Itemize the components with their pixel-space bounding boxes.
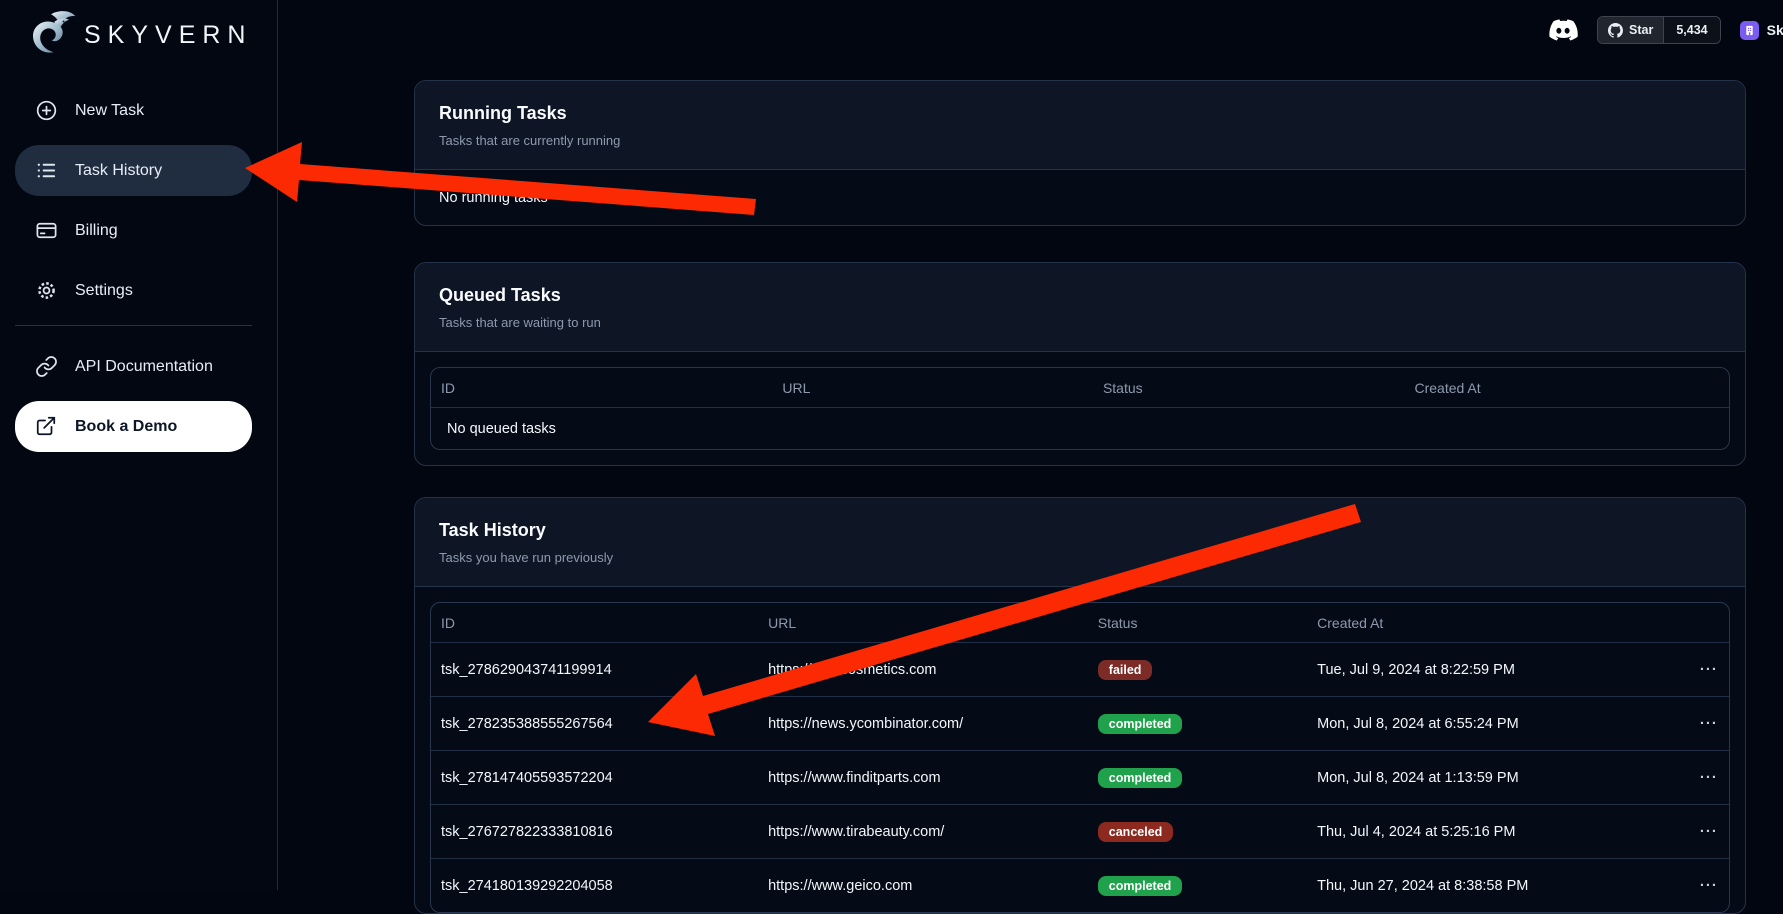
link-icon — [35, 355, 58, 378]
task-url-cell: https://www.geico.com — [758, 878, 1088, 894]
account-name: Sk — [1767, 22, 1783, 38]
task-id-cell: tsk_274180139292204058 — [431, 878, 758, 894]
row-actions-menu[interactable]: ··· — [1689, 823, 1729, 840]
task-id-cell: tsk_278235388555267564 — [431, 716, 758, 732]
card-title: Queued Tasks — [439, 284, 1721, 306]
dragon-logo-icon — [24, 8, 78, 62]
external-link-icon — [35, 415, 58, 438]
card-subtitle: Tasks that are currently running — [439, 133, 1721, 149]
account-menu[interactable]: Sk — [1740, 21, 1783, 40]
task-id-cell: tsk_278147405593572204 — [431, 770, 758, 786]
queued-tasks-header: Queued Tasks Tasks that are waiting to r… — [415, 263, 1745, 352]
task-url-cell: https://www.finditparts.com — [758, 770, 1088, 786]
status-badge: failed — [1098, 660, 1153, 680]
status-badge: completed — [1098, 876, 1183, 896]
running-tasks-header: Running Tasks Tasks that are currently r… — [415, 81, 1745, 170]
col-header-url: URL — [772, 380, 1093, 396]
logo-wordmark: SKYVERN — [84, 21, 252, 50]
queued-tasks-table: ID URL Status Created At No queued tasks — [430, 367, 1730, 450]
sidebar-item-label: API Documentation — [75, 358, 213, 376]
book-a-demo-button[interactable]: Book a Demo — [15, 401, 252, 452]
task-history-card: Task History Tasks you have run previous… — [414, 497, 1746, 914]
task-row[interactable]: tsk_276727822333810816 https://www.tirab… — [431, 804, 1729, 858]
task-url-cell: https://tartecosmetics.com — [758, 662, 1088, 678]
sidebar-item-label: Billing — [75, 222, 118, 240]
task-history-header: Task History Tasks you have run previous… — [415, 498, 1745, 587]
gear-icon — [35, 279, 58, 302]
task-history-table: ID URL Status Created At tsk_27862904374… — [430, 602, 1730, 913]
task-url-cell: https://news.ycombinator.com/ — [758, 716, 1088, 732]
sidebar-item-label: Book a Demo — [75, 418, 177, 436]
sidebar-item-label: New Task — [75, 102, 144, 120]
main-content: Running Tasks Tasks that are currently r… — [414, 0, 1746, 914]
col-header-created: Created At — [1307, 615, 1689, 631]
queued-tasks-card: Queued Tasks Tasks that are waiting to r… — [414, 262, 1746, 466]
col-header-id: ID — [431, 615, 758, 631]
sidebar-item-task-history[interactable]: Task History — [15, 145, 252, 196]
task-id-cell: tsk_278629043741199914 — [431, 662, 758, 678]
task-created-cell: Tue, Jul 9, 2024 at 8:22:59 PM — [1307, 662, 1689, 678]
status-badge: completed — [1098, 714, 1183, 734]
queued-tasks-empty: No queued tasks — [431, 407, 1729, 449]
task-row[interactable]: tsk_278629043741199914 https://tartecosm… — [431, 642, 1729, 696]
running-tasks-card: Running Tasks Tasks that are currently r… — [414, 80, 1746, 226]
sidebar-nav: New Task Task History Billing — [0, 85, 277, 452]
col-header-id: ID — [431, 380, 772, 396]
plus-circle-icon — [35, 99, 58, 122]
task-id-cell: tsk_276727822333810816 — [431, 824, 758, 840]
sidebar-divider — [15, 325, 252, 326]
sidebar: SKYVERN New Task Task History — [0, 0, 278, 890]
table-header-row: ID URL Status Created At — [431, 603, 1729, 642]
task-created-cell: Thu, Jun 27, 2024 at 8:38:58 PM — [1307, 878, 1689, 894]
task-row[interactable]: tsk_274180139292204058 https://www.geico… — [431, 858, 1729, 912]
row-actions-menu[interactable]: ··· — [1689, 769, 1729, 786]
task-created-cell: Mon, Jul 8, 2024 at 1:13:59 PM — [1307, 770, 1689, 786]
credit-card-icon — [35, 219, 58, 242]
status-badge: canceled — [1098, 822, 1174, 842]
card-title: Task History — [439, 519, 1721, 541]
col-header-url: URL — [758, 615, 1088, 631]
task-row[interactable]: tsk_278147405593572204 https://www.findi… — [431, 750, 1729, 804]
card-subtitle: Tasks you have run previously — [439, 550, 1721, 566]
task-created-cell: Thu, Jul 4, 2024 at 5:25:16 PM — [1307, 824, 1689, 840]
task-created-cell: Mon, Jul 8, 2024 at 6:55:24 PM — [1307, 716, 1689, 732]
skyvern-logo[interactable]: SKYVERN — [0, 0, 277, 65]
skyvern-app: { "app": {"logo_text": "SKYVERN"}, "side… — [0, 0, 1783, 890]
row-actions-menu[interactable]: ··· — [1689, 877, 1729, 894]
sidebar-item-new-task[interactable]: New Task — [15, 85, 252, 136]
sidebar-item-label: Task History — [75, 162, 162, 180]
col-header-status: Status — [1088, 615, 1307, 631]
card-title: Running Tasks — [439, 102, 1721, 124]
sidebar-item-label: Settings — [75, 282, 133, 300]
task-url-cell: https://www.tirabeauty.com/ — [758, 824, 1088, 840]
col-header-status: Status — [1093, 380, 1405, 396]
row-actions-menu[interactable]: ··· — [1689, 715, 1729, 732]
running-tasks-empty: No running tasks — [415, 170, 1745, 225]
list-icon — [35, 159, 58, 182]
row-actions-menu[interactable]: ··· — [1689, 661, 1729, 678]
task-row[interactable]: tsk_278235388555267564 https://news.ycom… — [431, 696, 1729, 750]
sidebar-item-api-documentation[interactable]: API Documentation — [15, 341, 252, 392]
sidebar-item-settings[interactable]: Settings — [15, 265, 252, 316]
status-badge: completed — [1098, 768, 1183, 788]
sidebar-item-billing[interactable]: Billing — [15, 205, 252, 256]
card-subtitle: Tasks that are waiting to run — [439, 315, 1721, 331]
table-header-row: ID URL Status Created At — [431, 368, 1729, 407]
col-header-created: Created At — [1404, 380, 1729, 396]
